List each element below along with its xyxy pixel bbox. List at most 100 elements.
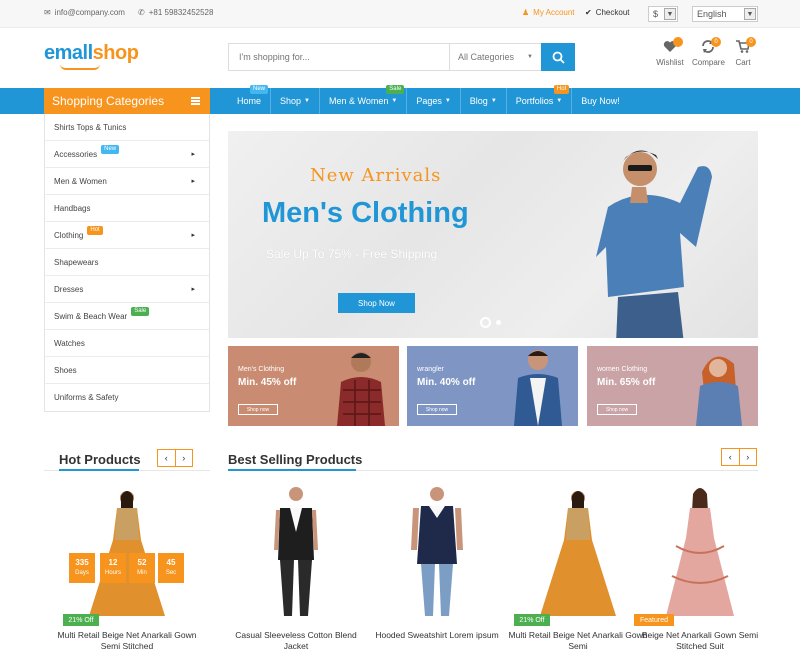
product-card[interactable]: 21% Off Multi Retail Beige Net Anarkali … <box>508 480 648 659</box>
sidebar-item-label: Shoes <box>54 365 77 375</box>
sidebar-item-shoes[interactable]: Shoes <box>45 357 209 384</box>
chevron-left-icon[interactable]: ‹ <box>158 450 176 466</box>
product-card[interactable]: Hooded Sweatshirt Lorem ipsum <box>367 480 507 659</box>
chevron-right-icon: ▸ <box>191 151 195 158</box>
phone-text: +81 59832452528 <box>148 8 214 17</box>
featured-badge: Featured <box>634 614 674 626</box>
sidebar-item-label: Men & Women <box>54 176 107 186</box>
logo-text-emall: emall <box>44 42 93 64</box>
nav-item-home[interactable]: Home New <box>228 85 272 114</box>
checkout-link[interactable]: ✔ Checkout <box>585 8 630 17</box>
sidebar-item-clothing[interactable]: Clothing Hot ▸ <box>45 222 209 249</box>
promo-model-image <box>514 350 562 426</box>
nav-item-men-women[interactable]: Men & Women ▼ Sale <box>320 85 408 114</box>
new-tag: New <box>101 144 120 154</box>
caret-down-icon: ▼ <box>556 98 563 104</box>
product-image <box>540 491 616 616</box>
promo-shop-button[interactable]: Shop now <box>238 404 278 415</box>
promo-card-wrangler[interactable]: wrangler Min. 40% off Shop now <box>407 346 578 426</box>
chevron-down-icon: ▼ <box>744 8 756 20</box>
countdown-unit: Sec <box>165 570 177 576</box>
sidebar-item-watches[interactable]: Watches <box>45 330 209 357</box>
promo-card-women[interactable]: women Clothing Min. 65% off Shop now <box>587 346 758 426</box>
envelope-icon: ✉ <box>44 8 51 17</box>
category-sidebar: Shirts Tops & Tunics Accessories New ▸ Men… <box>44 114 210 412</box>
top-bar: ✉ info@company.com ✆ +81 59832452528 ♟ M… <box>0 0 800 28</box>
product-title[interactable]: Casual Sleeveless Cotton Blend Jacket <box>226 630 366 652</box>
sidebar-item-label: Clothing <box>54 230 84 240</box>
promo-shop-button[interactable]: Shop now <box>597 404 637 415</box>
nav-item-shop[interactable]: Shop ▼ <box>271 88 320 114</box>
sidebar-item-label: Shirts Tops & Tunics <box>54 122 127 132</box>
title-underline <box>59 469 139 471</box>
language-select[interactable]: English ▼ <box>692 6 758 22</box>
sidebar-item-uniforms[interactable]: Uniforms & Safety <box>45 384 209 411</box>
promo-shop-button[interactable]: Shop now <box>417 404 457 415</box>
sidebar-item-handbags[interactable]: Handbags <box>45 195 209 222</box>
search-category-value: All Categories <box>458 52 515 62</box>
sidebar-item-accessories[interactable]: Accessories New ▸ <box>45 141 209 168</box>
language-value: English <box>697 9 727 19</box>
currency-select[interactable]: $ ▼ <box>648 6 678 22</box>
search-input[interactable] <box>229 44 447 70</box>
chevron-right-icon[interactable]: › <box>176 450 193 466</box>
hero-banner: New Arrivals Men's Clothing Sale Up To 7… <box>228 131 758 338</box>
product-title[interactable]: Beige Net Anarkali Gown Semi Stitched Su… <box>630 630 770 652</box>
search-button[interactable] <box>541 43 575 71</box>
shop-now-button[interactable]: Shop Now <box>338 293 415 313</box>
nav-item-buy-now[interactable]: Buy Now! <box>572 88 629 114</box>
phone-link[interactable]: ✆ +81 59832452528 <box>138 8 213 17</box>
sidebar-item-label: Handbags <box>54 203 91 213</box>
sale-tag: Sale <box>386 85 405 94</box>
sidebar-item-shapewears[interactable]: Shapewears <box>45 249 209 276</box>
shopping-categories-toggle[interactable]: Shopping Categories <box>44 88 210 114</box>
heart-icon <box>663 37 683 56</box>
wishlist-button[interactable]: Wishlist <box>654 37 686 67</box>
promo-value: Min. 40% off <box>417 377 476 388</box>
email-link[interactable]: ✉ info@company.com <box>44 8 125 17</box>
best-selling-pager: ‹ › <box>721 448 757 466</box>
search-icon <box>552 51 565 64</box>
cart-button[interactable]: 0 Cart <box>733 37 756 67</box>
product-image <box>411 487 463 616</box>
chevron-left-icon[interactable]: ‹ <box>722 449 740 465</box>
product-title[interactable]: Multi Retail Beige Net Anarkali Gown Sem… <box>508 630 648 652</box>
promo-card-mens[interactable]: Men's Clothing Min. 45% off Shop now <box>228 346 399 426</box>
sidebar-item-swim-beach[interactable]: Swim & Beach Wear Sale <box>45 303 209 330</box>
best-selling-title: Best Selling Products <box>228 452 363 467</box>
compare-button[interactable]: 0 Compare <box>692 37 725 67</box>
nav-item-blog[interactable]: Blog ▼ <box>461 88 507 114</box>
countdown-value: 52 <box>137 558 147 567</box>
cart-count-badge: 0 <box>746 37 756 47</box>
nav-item-label: Men & Women <box>329 96 389 106</box>
main-nav: Home New Shop ▼ Men & Women ▼ Sale Pages ▼ … <box>228 85 629 114</box>
product-card[interactable]: Casual Sleeveless Cotton Blend Jacket <box>226 480 366 659</box>
slider-dot[interactable] <box>496 320 501 325</box>
product-title[interactable]: Hooded Sweatshirt Lorem ipsum <box>367 630 507 641</box>
sidebar-item-shirts[interactable]: Shirts Tops & Tunics <box>45 114 209 141</box>
product-card[interactable]: Featured Beige Net Anarkali Gown Semi St… <box>630 480 770 659</box>
nav-item-pages[interactable]: Pages ▼ <box>407 88 461 114</box>
my-account-link[interactable]: ♟ My Account <box>522 8 575 17</box>
my-account-label: My Account <box>533 8 575 17</box>
hero-subtitle: Sale Up To 75% - Free Shipping <box>266 247 438 261</box>
chevron-right-icon: ▸ <box>191 232 195 239</box>
sidebar-item-dresses[interactable]: Dresses ▸ <box>45 276 209 303</box>
hot-products-pager: ‹ › <box>157 449 193 467</box>
logo[interactable]: emallshop <box>44 42 139 65</box>
slider-dot-active[interactable] <box>480 317 491 328</box>
countdown-value: 335 <box>75 558 89 567</box>
logo-text-shop: shop <box>92 42 139 64</box>
product-image <box>666 488 734 616</box>
hot-products-title: Hot Products <box>59 452 141 467</box>
check-icon: ✔ <box>585 8 592 17</box>
chevron-right-icon[interactable]: › <box>740 449 757 465</box>
promo-model-image <box>337 352 385 426</box>
hero-model-image <box>596 150 712 338</box>
sidebar-item-label: Watches <box>54 338 85 348</box>
nav-item-portfolios[interactable]: Portfolios ▼ Hot <box>507 85 573 114</box>
product-title[interactable]: Multi Retail Beige Net Anarkali Gown Sem… <box>57 630 197 652</box>
sidebar-item-men-women[interactable]: Men & Women ▸ <box>45 168 209 195</box>
search-category-select[interactable]: All Categories ▼ <box>449 44 541 70</box>
menu-icon <box>191 97 200 105</box>
